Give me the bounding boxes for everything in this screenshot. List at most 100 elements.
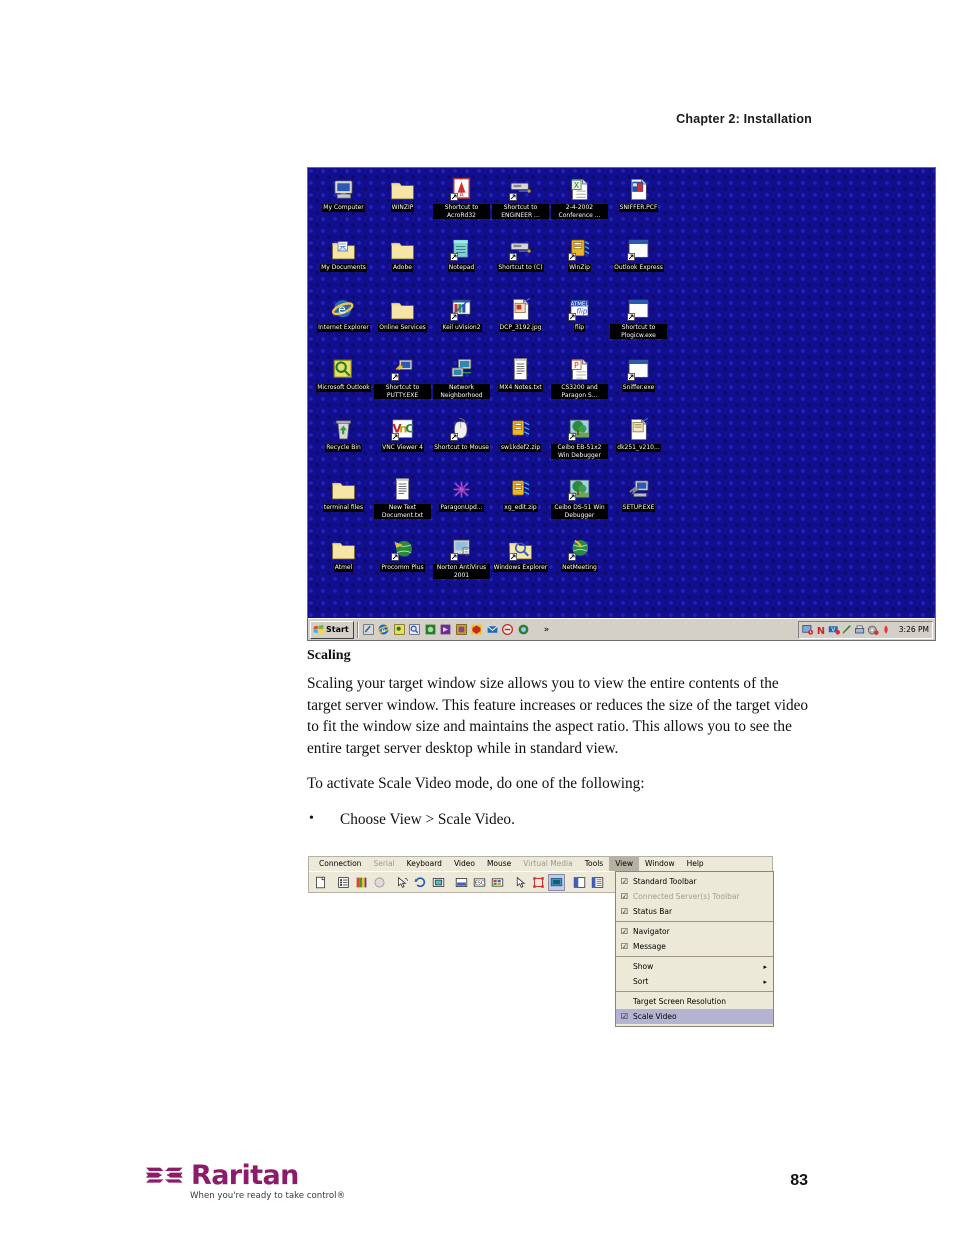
norton-n-icon[interactable]: N xyxy=(815,624,827,636)
desktop-icon[interactable]: Recycle Bin xyxy=(314,414,373,474)
target-icon[interactable] xyxy=(530,873,547,891)
taskbar-clock[interactable]: 3:26 PM xyxy=(899,625,929,634)
system-tray[interactable]: N V 3:26 PM xyxy=(797,620,933,639)
desktop-icon[interactable]: Shortcut to Plogicw.exe xyxy=(609,294,668,354)
remote-desktop-area[interactable]: My Computer WINZIP A Shortcut to AcroRd32 Sh… xyxy=(308,168,935,618)
view-menu-item-standard-toolbar[interactable]: ☑ Standard Toolbar xyxy=(616,874,773,889)
desktop-icon[interactable]: Keil uVision2 xyxy=(432,294,491,354)
desktop-icon[interactable]: My Computer xyxy=(314,174,373,234)
view-menu-item-connected-server-s-toolbar[interactable]: ☑ Connected Server(s) Toolbar xyxy=(616,889,773,904)
mail-icon[interactable] xyxy=(486,623,499,636)
desktop-icon[interactable]: terminal files xyxy=(314,474,373,534)
view-menu-item-show[interactable]: Show ▸ xyxy=(616,959,773,974)
norton-icon[interactable] xyxy=(470,623,483,636)
desktop-icon[interactable]: Online Services xyxy=(373,294,432,354)
connection-properties-icon[interactable] xyxy=(335,873,352,891)
desktop-icon[interactable]: dk251_v210... xyxy=(609,414,668,474)
navigator-icon[interactable] xyxy=(571,873,588,891)
new-connection-icon[interactable] xyxy=(312,873,329,891)
desktop-icon[interactable]: DCP_3192.jpg xyxy=(491,294,550,354)
desktop-icon[interactable]: NetMeeting xyxy=(550,534,609,594)
desktop-icon[interactable]: Procomm Plus xyxy=(373,534,432,594)
pencil-icon[interactable] xyxy=(841,624,853,636)
desktop-icon[interactable]: xg_edit.zip xyxy=(491,474,550,534)
desktop-icon[interactable]: e Internet Explorer xyxy=(314,294,373,354)
desktop-icon[interactable]: Outlook Express xyxy=(609,234,668,294)
printer-icon[interactable] xyxy=(854,624,866,636)
desktop-icon[interactable]: New Text Document.txt xyxy=(373,474,432,534)
color-calibrate-icon[interactable] xyxy=(353,873,370,891)
desktop-icon[interactable]: ParagonUpd... xyxy=(432,474,491,534)
mouse-sync-icon[interactable] xyxy=(394,873,411,891)
exit-full-screen-icon[interactable]: ESC xyxy=(471,873,488,891)
internet-explorer-icon[interactable]: e xyxy=(377,623,390,636)
desktop-icon[interactable]: X 2-4-2002 Conference ... xyxy=(550,174,609,234)
desktop-icon[interactable]: ATMEL flip flip xyxy=(550,294,609,354)
antivirus-icon[interactable] xyxy=(501,623,514,636)
desktop-icon[interactable]: Shortcut to Mouse xyxy=(432,414,491,474)
desktop-icon[interactable]: P CS3200 and Paragon S... xyxy=(550,354,609,414)
menu-item-connection[interactable]: Connection xyxy=(313,857,367,871)
view-menu-item-message[interactable]: ☑ Message xyxy=(616,939,773,954)
search-icon[interactable] xyxy=(408,623,421,636)
menu-item-help[interactable]: Help xyxy=(681,857,710,871)
desktop-icon[interactable]: Atmel xyxy=(314,534,373,594)
video-refresh-icon[interactable] xyxy=(371,873,388,891)
scale-video-icon[interactable] xyxy=(548,873,565,891)
desktop-icon[interactable]: Vn C VNC Viewer 4 xyxy=(373,414,432,474)
show-desktop-icon[interactable] xyxy=(362,623,375,636)
calibrate-icon[interactable] xyxy=(489,873,506,891)
desktop-icon[interactable]: MX4 Notes.txt xyxy=(491,354,550,414)
cd-icon[interactable] xyxy=(867,624,879,636)
screen-mode-icon[interactable] xyxy=(430,873,447,891)
scheduler-icon[interactable] xyxy=(802,624,814,636)
desktop-icon[interactable]: Ceibo EB-51x2 Win Debugger xyxy=(550,414,609,474)
desktop-icon[interactable]: SETUP.EXE xyxy=(609,474,668,534)
desktop-icon[interactable]: Microsoft Outlook xyxy=(314,354,373,414)
desktop-icon[interactable]: WINZIP xyxy=(373,174,432,234)
desktop-icon[interactable]: Network Neighborhood xyxy=(432,354,491,414)
view-menu-item-navigator[interactable]: ☑ Navigator xyxy=(616,924,773,939)
start-button[interactable]: Start xyxy=(310,620,354,639)
desktop-icon[interactable]: Notepad xyxy=(432,234,491,294)
menu-item-keyboard[interactable]: Keyboard xyxy=(401,857,448,871)
outlook-icon[interactable] xyxy=(393,623,406,636)
desktop-icon[interactable]: Sniffer.exe xyxy=(609,354,668,414)
view-menu-dropdown[interactable]: ☑ Standard Toolbar ☑ Connected Server(s) To… xyxy=(615,871,774,1027)
menu-item-video[interactable]: Video xyxy=(448,857,481,871)
single-mouse-icon[interactable] xyxy=(453,873,470,891)
menu-item-window[interactable]: Window xyxy=(639,857,681,871)
view-menu-item-target-screen-resolution[interactable]: Target Screen Resolution xyxy=(616,994,773,1009)
menu-item-view[interactable]: View xyxy=(609,857,640,871)
desktop-icon[interactable]: Shortcut to PUTTY.EXE xyxy=(373,354,432,414)
cursor-icon[interactable] xyxy=(512,873,529,891)
view-menu-item-scale-video[interactable]: ☑ Scale Video xyxy=(616,1009,773,1024)
view-menu-item-status-bar[interactable]: ☑ Status Bar xyxy=(616,904,773,919)
taskbar-overflow-chevron[interactable]: » xyxy=(544,625,550,635)
desktop-icon[interactable]: SNIFFER.PCF xyxy=(609,174,668,234)
auto-sense-icon[interactable] xyxy=(412,873,429,891)
acrobat-icon[interactable] xyxy=(424,623,437,636)
desktop-icon[interactable]: Norton AntiVirus 2001 xyxy=(432,534,491,594)
desktop-icon[interactable]: Shortcut to ENGINEER ... xyxy=(491,174,550,234)
message-icon[interactable] xyxy=(589,873,606,891)
menu-bar[interactable]: Connection Serial Keyboard Video Mouse Virtua… xyxy=(309,857,772,871)
netmeeting-icon[interactable] xyxy=(517,623,530,636)
winamp-icon[interactable] xyxy=(439,623,452,636)
quick-launch-bar[interactable]: e xyxy=(362,623,530,636)
desktop-icon[interactable]: My Documents xyxy=(314,234,373,294)
desktop-icon[interactable]: Ceibo DS-51 Win Debugger xyxy=(550,474,609,534)
menu-item-mouse[interactable]: Mouse xyxy=(481,857,517,871)
desktop-icon[interactable]: Adobe xyxy=(373,234,432,294)
view-menu-item-sort[interactable]: Sort ▸ xyxy=(616,974,773,989)
desktop-icon[interactable]: Shortcut to (C) xyxy=(491,234,550,294)
footer-divider xyxy=(143,1152,811,1153)
desktop-icon[interactable]: Windows Explorer xyxy=(491,534,550,594)
volume-icon[interactable]: V xyxy=(828,624,840,636)
desktop-icon[interactable]: A Shortcut to AcroRd32 xyxy=(432,174,491,234)
media-icon[interactable] xyxy=(455,623,468,636)
menu-item-tools[interactable]: Tools xyxy=(579,857,609,871)
desktop-icon[interactable]: sw1kdef2.zip xyxy=(491,414,550,474)
desktop-icon[interactable]: WinZip xyxy=(550,234,609,294)
power-icon[interactable] xyxy=(880,624,892,636)
